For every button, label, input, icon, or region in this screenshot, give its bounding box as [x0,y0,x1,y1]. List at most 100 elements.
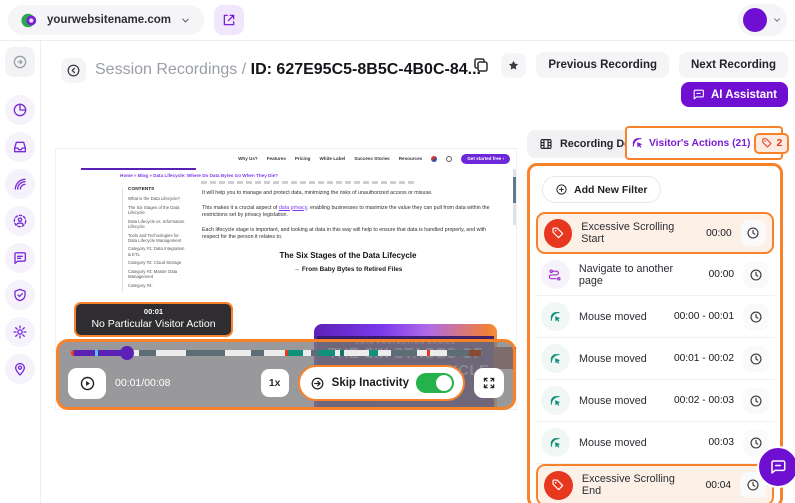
article-paragraph: It will help you to manage and protect d… [202,190,494,198]
recorded-breadcrumb: Home » Blog » Data Lifecycle: Where Do D… [120,173,278,178]
sidebar-item-heatmaps[interactable] [5,132,35,162]
website-selector[interactable]: yourwebsitename.com [8,5,204,35]
contents-link: The Six Stages of the Data Lifecycle [128,205,186,215]
playback-speed-button[interactable]: 1x [261,369,289,397]
jump-to-time-button[interactable] [743,304,769,330]
recorded-contents-sidebar: CONTENTS What is the Data Lifecycle? The … [122,187,186,292]
tooltip-time: 00:01 [78,307,229,316]
timeline-segment [318,350,335,356]
jump-to-time-button[interactable] [741,220,766,246]
favorite-button[interactable] [501,53,526,78]
website-name: yourwebsitename.com [47,14,171,26]
timeline-bar[interactable] [71,350,501,356]
skip-inactivity-toggle[interactable] [416,373,454,393]
article-paragraph: This makes it a crucial aspect of data p… [202,205,494,220]
timeline-segment [251,350,264,356]
sidebar-item-protection[interactable] [5,280,35,310]
sidebar-item-recordings[interactable] [5,169,35,199]
timeline-tooltip: 00:01 No Particular Visitor Action [74,302,233,337]
account-menu[interactable] [738,4,787,36]
brand-logo-icon [21,12,38,29]
timeline-segment [225,350,251,356]
time-display: 00:01/00:08 [115,377,170,389]
recorded-cta-button: Get started free › [461,154,510,164]
timeline-segment [288,350,303,356]
chat-widget-button[interactable] [757,446,795,488]
back-button[interactable] [61,58,86,83]
tag-icon [544,219,572,248]
action-label: Navigate to another page [579,263,700,287]
action-label: Mouse moved [579,437,647,449]
sidebar-item-feedback[interactable] [5,243,35,273]
timeline-segment [74,350,96,356]
recording-id: ID: 627E95C5-8B5C-4B0C-84... [251,61,481,78]
timeline-segment [303,350,312,356]
jump-to-time-button[interactable] [743,388,769,414]
jump-to-time-button[interactable] [743,262,769,288]
recorded-nav-link: Resources [399,156,423,161]
timeline-segment [344,350,370,356]
sidebar-item-collapse[interactable] [5,47,35,77]
play-button[interactable] [68,368,106,399]
timeline-segment [469,350,482,356]
action-time: 00:04 [706,480,732,491]
jump-to-time-button[interactable] [743,346,769,372]
film-icon [539,137,553,151]
action-label: Mouse moved [579,311,647,323]
alerts-badge[interactable]: 2 [754,133,789,154]
sidebar-item-settings[interactable] [5,317,35,347]
action-time: 00:01 - 00:02 [674,353,734,364]
contents-link: What is the Data Lifecycle? [128,196,186,201]
ai-assistant-button[interactable]: AI Assistant [681,82,788,107]
sidebar-item-visitors[interactable] [5,206,35,236]
topbar: yourwebsitename.com [0,0,795,41]
action-row[interactable]: Navigate to another page00:00 [535,254,775,296]
article-paragraph: Each lifecycle stage is important, and l… [202,227,494,242]
open-website-button[interactable] [214,5,244,35]
fullscreen-button[interactable] [474,368,504,398]
mouse-wave-icon [541,428,570,457]
chevron-down-icon [180,15,191,26]
recorded-nav-link: Success Stories [354,156,390,161]
recorded-nav-link: White Label [319,156,345,161]
contents-link: Data Lifecycle vs. Information Lifecycle [128,219,186,229]
next-recording-button[interactable]: Next Recording [679,52,788,78]
recorded-nav-link: Why Us? [238,156,258,161]
article-subheading: → From Baby Bytes to Retired Files [202,266,494,273]
visitors-actions-panel: Add New Filter Excessive Scrolling Start… [527,163,783,503]
previous-recording-button[interactable]: Previous Recording [536,52,669,78]
sidebar-item-dashboard[interactable] [5,95,35,125]
playhead[interactable] [120,346,134,360]
contents-link: Category #3: Master Data Management [128,269,186,279]
action-time: 00:03 [709,437,735,448]
external-link-icon [222,13,236,27]
action-row[interactable]: Excessive Scrolling End00:04 [536,464,774,503]
timeline-segment [186,350,225,356]
action-time: 00:00 - 00:01 [674,311,734,322]
action-row[interactable]: Mouse moved 00:01 - 00:02 [535,338,775,380]
chat-icon [12,250,28,266]
article-heading: The Six Stages of the Data Lifecycle [202,251,494,260]
action-label: Mouse moved [579,353,647,365]
clock-icon [749,352,763,366]
clock-icon [749,268,763,282]
recorded-nav: Why Us?FeaturesPricingWhite LabelSuccess… [56,149,510,168]
page-title: Session Recordings / ID: 627E95C5-8B5C-4… [95,61,481,79]
mouse-wave-icon [541,386,570,415]
copy-id-button[interactable] [471,55,491,75]
timeline-segment [430,350,447,356]
action-row[interactable]: Excessive Scrolling Start00:00 [536,212,774,254]
sidebar-item-tracking[interactable] [5,354,35,384]
tab-visitors-actions[interactable]: Visitor's Actions (21) 2 [625,126,783,160]
skip-inactivity-label: Skip Inactivity [332,377,409,389]
fullscreen-icon [482,376,496,390]
action-row[interactable]: Mouse moved 00:03 [535,422,775,464]
contents-title: CONTENTS [128,187,186,192]
action-row[interactable]: Mouse moved00:02 - 00:03 [535,380,775,422]
clock-icon [749,436,763,450]
avatar [743,8,767,32]
action-time: 00:00 [706,228,732,239]
action-row[interactable]: Mouse moved 00:00 - 00:01 [535,296,775,338]
contents-link: Category #2: Cloud Storage [128,260,186,265]
add-new-filter-button[interactable]: Add New Filter [542,176,661,203]
